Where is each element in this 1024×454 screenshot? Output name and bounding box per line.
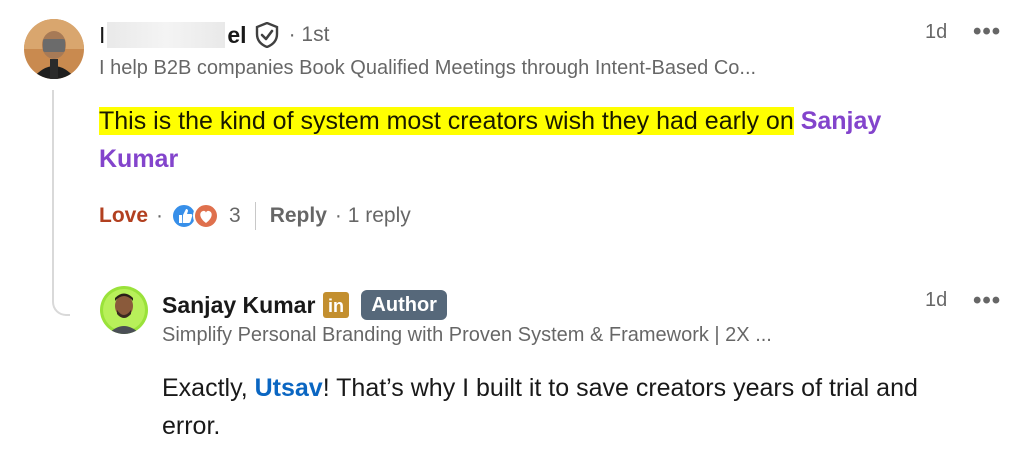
avatar-image (24, 19, 84, 79)
reply-timestamp: 1d (925, 289, 948, 311)
avatar-image (100, 286, 148, 334)
redacted-name-block (107, 22, 226, 48)
commenter-avatar[interactable] (24, 19, 84, 79)
thread-connector-line (52, 90, 70, 316)
linkedin-badge-text: in (328, 296, 344, 316)
linkedin-premium-icon: in (323, 292, 350, 318)
reply-author-name[interactable]: Sanjay Kumar (162, 292, 315, 319)
comment-text: This is the kind of system most creators… (99, 102, 979, 178)
connection-degree: · 1st (288, 23, 330, 46)
comment-actions: Love · 3 Reply · 1 reply (99, 199, 411, 233)
commenter-name-leading[interactable]: I (99, 22, 105, 49)
reply-more-options-button[interactable]: ••• (973, 289, 1001, 313)
mention-kumar[interactable]: Kumar (99, 145, 178, 173)
mention-sanjay[interactable]: Sanjay (801, 107, 882, 135)
reply-author-avatar[interactable] (100, 286, 148, 334)
highlighted-comment-text: This is the kind of system most creators… (99, 107, 794, 135)
mention-utsav[interactable]: Utsav (255, 374, 323, 402)
actions-divider (254, 202, 256, 230)
reply-text-start: Exactly, (162, 374, 248, 402)
reply-text-line2: error. (162, 412, 221, 440)
reply-count-link[interactable]: · 1 reply (335, 204, 411, 228)
author-badge: Author (361, 290, 447, 320)
action-dot: · (156, 204, 164, 227)
reply-author-row: Sanjay Kumar in Author (162, 289, 447, 321)
reply-text: Exactly, Utsav! That’s why I built it to… (162, 369, 1012, 445)
commenter-name-row: I el · 1st (99, 20, 329, 50)
love-reaction-button[interactable]: Love (99, 204, 148, 228)
reply-text-line1: ! That’s why I built it to save creators… (322, 374, 918, 402)
reply-author-headline[interactable]: Simplify Personal Branding with Proven S… (162, 324, 882, 347)
comment-more-options-button[interactable]: ••• (973, 20, 1001, 44)
reaction-count[interactable]: 3 (229, 204, 241, 228)
comment-timestamp: 1d (925, 21, 948, 43)
reaction-icons[interactable] (171, 201, 221, 231)
commenter-headline[interactable]: I help B2B companies Book Qualified Meet… (99, 57, 899, 80)
verified-shield-icon (255, 22, 279, 48)
commenter-name[interactable]: el (227, 22, 246, 49)
like-love-reaction-icon (171, 203, 220, 229)
reply-button[interactable]: Reply (270, 204, 327, 228)
